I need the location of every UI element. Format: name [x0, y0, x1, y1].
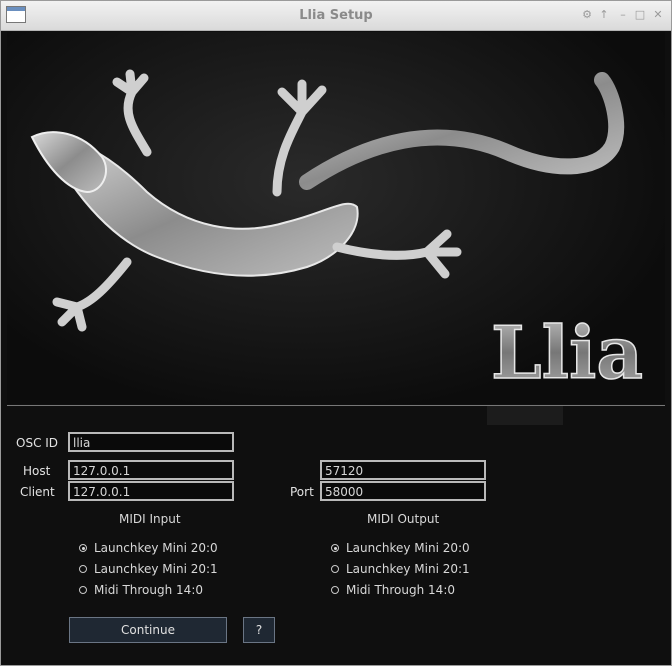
client-field[interactable]: 127.0.0.1: [68, 481, 234, 501]
lizard-front-leg-lower: [52, 257, 132, 332]
lizard-head: [30, 131, 107, 194]
osc-id-field[interactable]: llia: [68, 432, 234, 452]
lizard-illustration: Llia: [30, 69, 644, 396]
title-bar[interactable]: Llia Setup ⚙ ↑ – □ ✕: [1, 1, 671, 31]
radio-icon: [79, 586, 87, 594]
host-label: Host: [23, 464, 51, 478]
radio-icon: [331, 565, 339, 573]
gear-icon[interactable]: ⚙: [580, 7, 594, 23]
lizard-banner-image: Llia: [7, 32, 665, 404]
setup-window: Llia Setup ⚙ ↑ – □ ✕ Llia OSC ID llia Ho…: [0, 0, 672, 666]
host-field[interactable]: 127.0.0.1: [68, 460, 234, 480]
host-port-field[interactable]: 57120: [320, 460, 486, 480]
radio-selected-icon: [331, 544, 339, 552]
midi-input-option-label: Launchkey Mini 20:1: [94, 562, 218, 576]
radio-icon: [331, 586, 339, 594]
help-button[interactable]: ?: [243, 617, 275, 643]
up-arrow-icon[interactable]: ↑: [597, 7, 611, 23]
midi-output-option-label: Midi Through 14:0: [346, 583, 455, 597]
hidden-area: [487, 406, 563, 425]
midi-input-heading: MIDI Input: [119, 512, 181, 526]
continue-button[interactable]: Continue: [69, 617, 227, 643]
midi-input-option-label: Midi Through 14:0: [94, 583, 203, 597]
lizard-tail: [299, 72, 625, 190]
lizard-front-leg: [112, 69, 152, 157]
midi-output-option-label: Launchkey Mini 20:1: [346, 562, 470, 576]
lizard-back-leg-lower: [332, 229, 462, 279]
osc-id-label: OSC ID: [16, 436, 59, 450]
midi-input-option-label: Launchkey Mini 20:0: [94, 541, 218, 555]
radio-selected-icon: [79, 544, 87, 552]
window-title: Llia Setup: [299, 8, 373, 23]
midi-output-option-label: Launchkey Mini 20:0: [346, 541, 470, 555]
minimize-icon[interactable]: –: [616, 7, 630, 23]
midi-output-heading: MIDI Output: [367, 512, 440, 526]
maximize-icon[interactable]: □: [633, 7, 647, 23]
llia-logo: Llia: [491, 310, 643, 395]
client-port-field[interactable]: 58000: [320, 481, 486, 501]
port-label: Port: [290, 485, 314, 499]
radio-icon: [79, 565, 87, 573]
divider: [7, 405, 665, 406]
close-icon[interactable]: ✕: [651, 7, 665, 23]
client-label: Client: [20, 485, 55, 499]
